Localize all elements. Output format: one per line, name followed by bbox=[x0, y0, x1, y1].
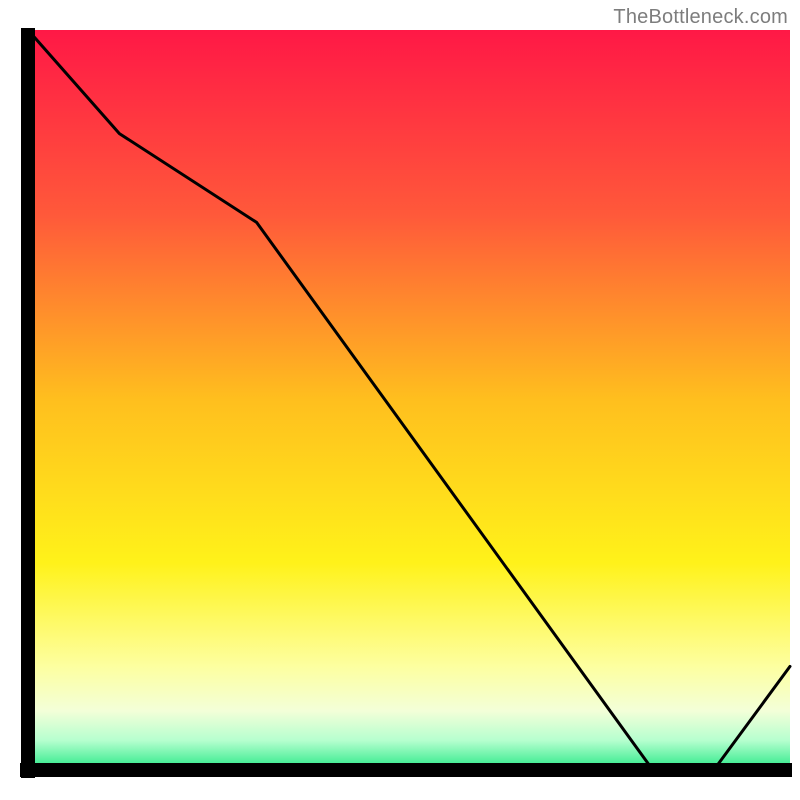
gradient-background bbox=[28, 30, 790, 770]
chart-container: TheBottleneck.com bbox=[0, 0, 800, 800]
attribution-text: TheBottleneck.com bbox=[613, 6, 788, 29]
bottleneck-chart bbox=[0, 0, 800, 800]
